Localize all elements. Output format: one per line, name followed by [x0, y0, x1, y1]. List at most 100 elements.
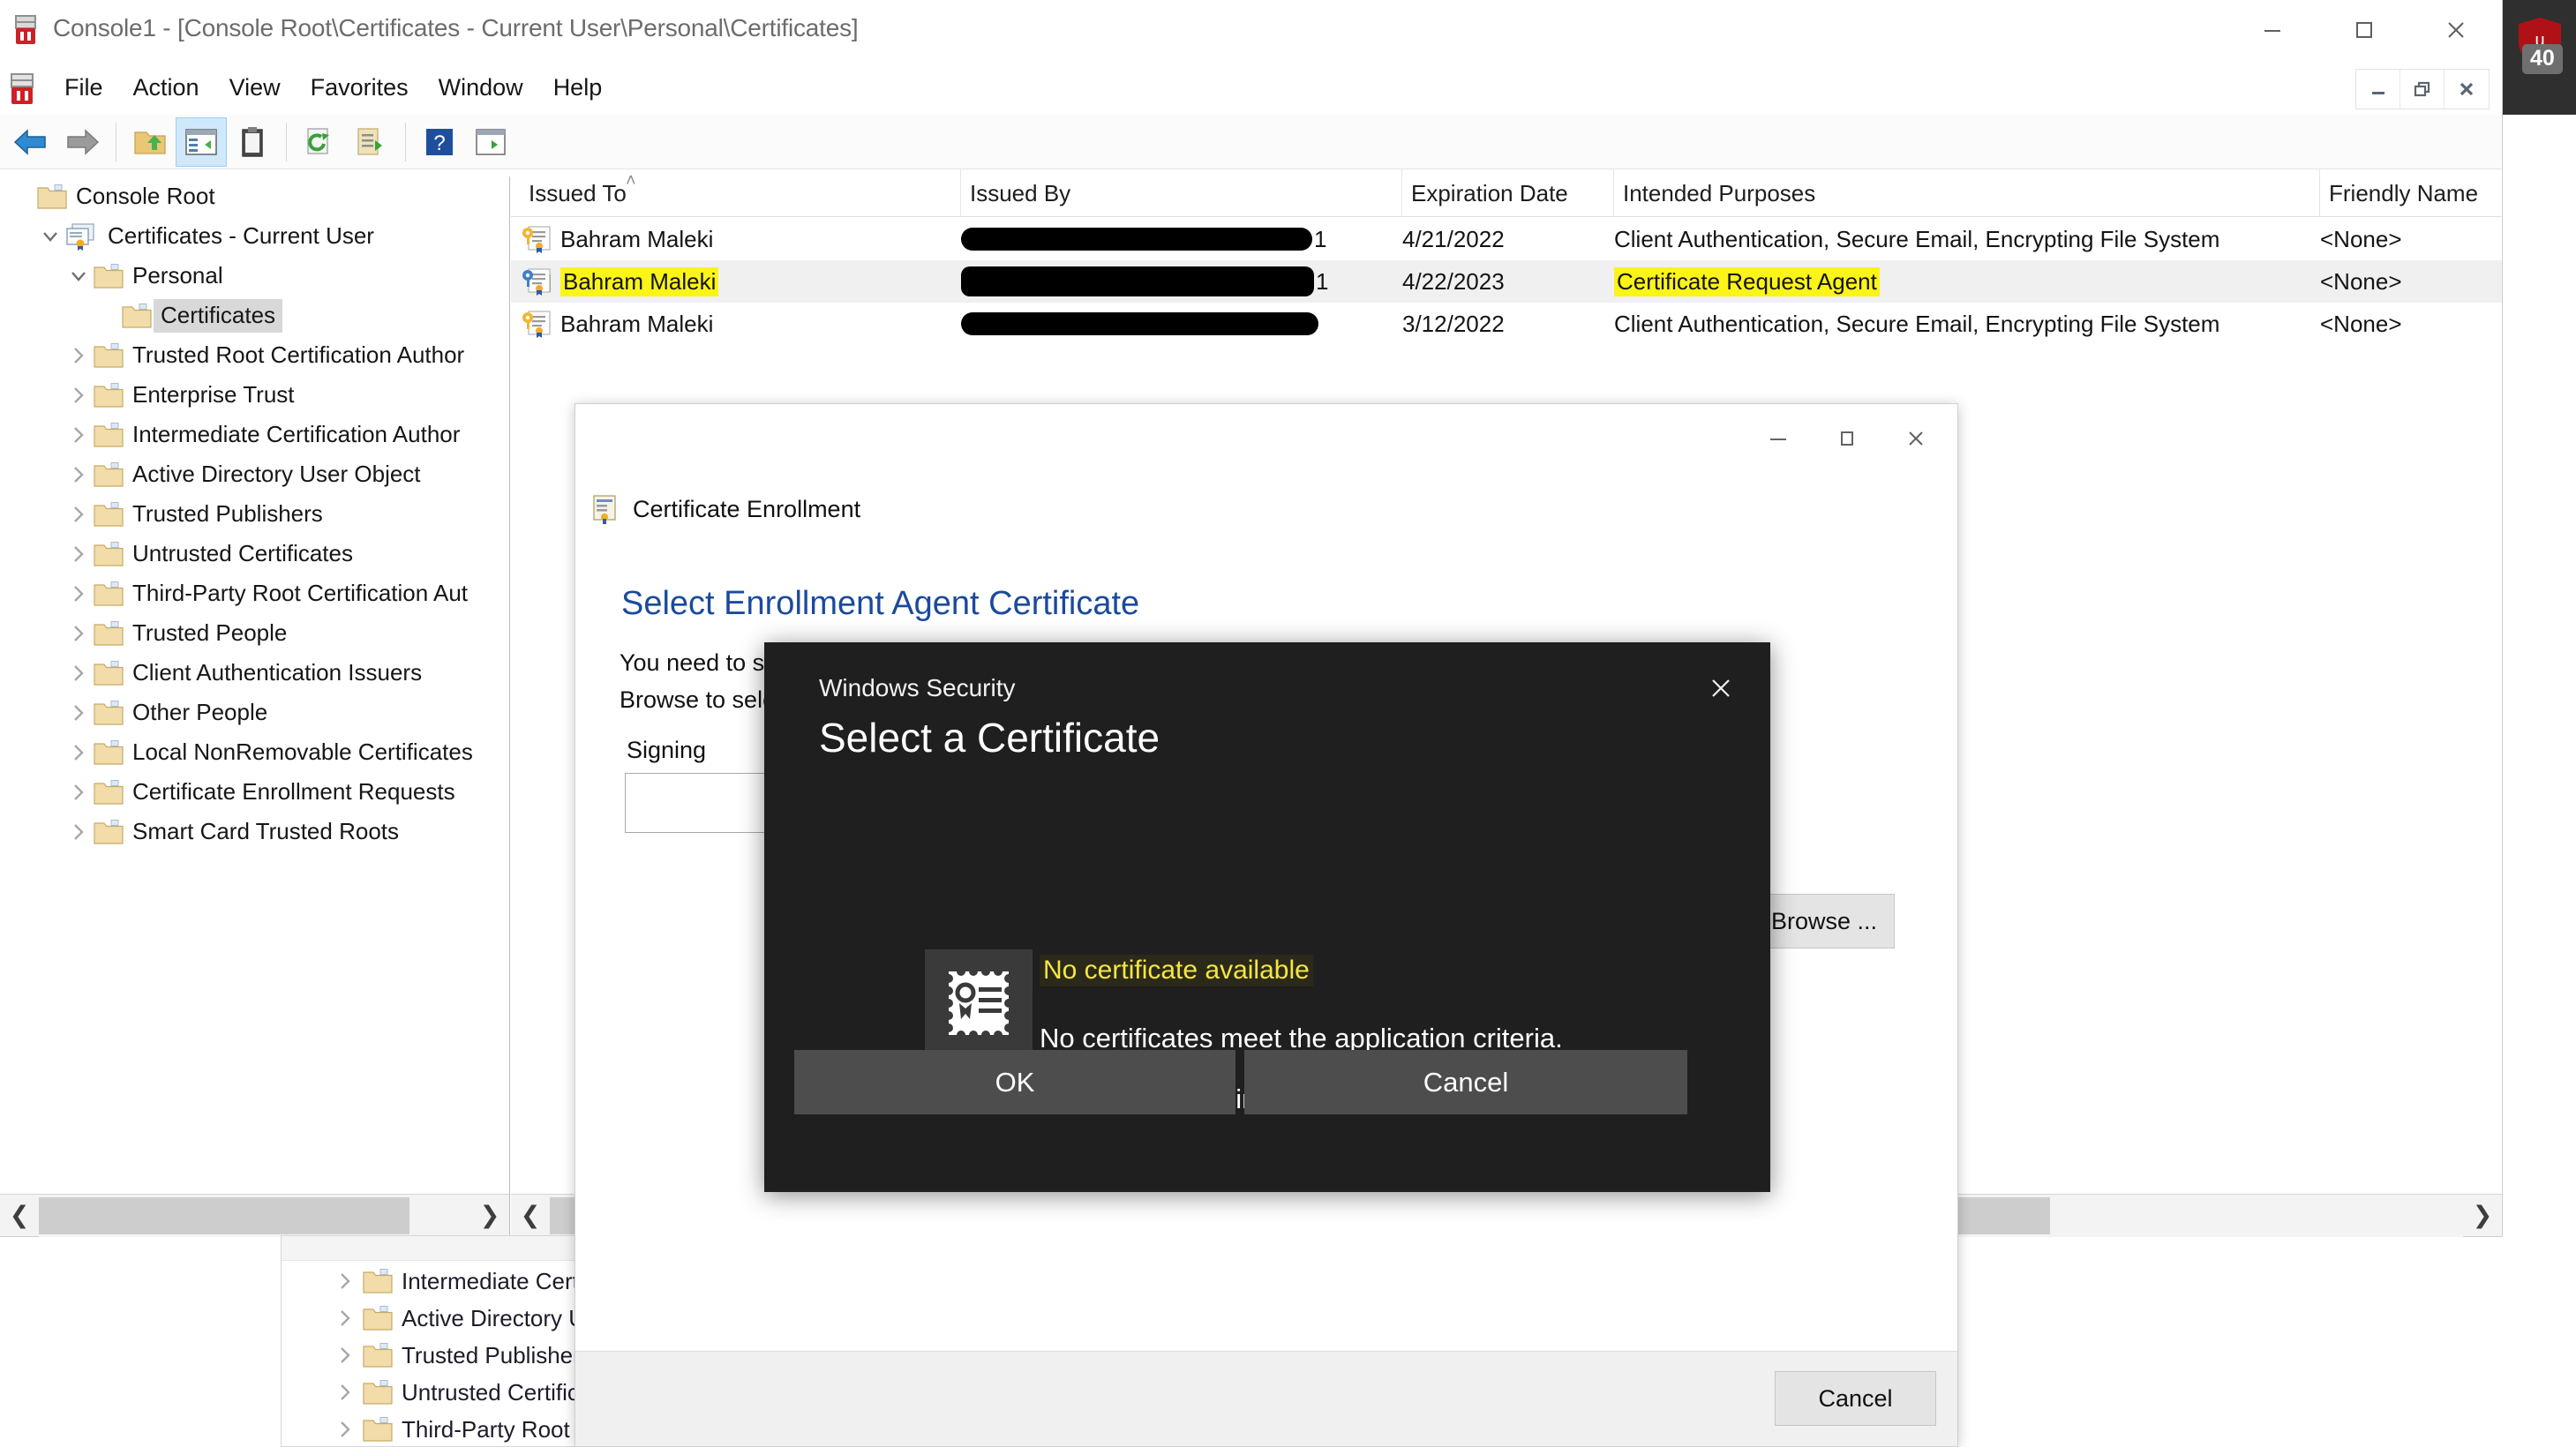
menu-item-file[interactable]: File — [49, 60, 118, 115]
tree-item-certificate-enrollment-requests[interactable]: Certificate Enrollment Requests — [0, 772, 509, 812]
background-tree-item[interactable]: Active Directory Us — [327, 1300, 597, 1337]
column-header-intended-purposes[interactable]: Intended Purposes — [1614, 169, 2320, 217]
mdi-close-icon[interactable] — [2445, 70, 2489, 109]
background-tree-item[interactable]: Trusted Publishers — [327, 1337, 597, 1374]
tree-item-intermediate-certification-author[interactable]: Intermediate Certification Author — [0, 415, 509, 454]
menu-item-window[interactable]: Window — [424, 60, 538, 115]
toolbar: ? — [0, 115, 2502, 169]
redacted-issuer-bar — [961, 266, 1314, 296]
chevron-right-icon[interactable] — [64, 624, 94, 643]
scroll-right-arrow[interactable]: ❯ — [470, 1195, 509, 1237]
close-icon[interactable] — [1694, 662, 1747, 715]
enrollment-cancel-button[interactable]: Cancel — [1775, 1371, 1936, 1426]
tree-item-local-nonremovable-certificates[interactable]: Local NonRemovable Certificates — [0, 732, 509, 772]
column-header-expiration-date[interactable]: Expiration Date — [1402, 169, 1614, 217]
tree-item-certificates[interactable]: Certificates — [0, 296, 509, 335]
enrollment-title-bar — [575, 404, 1957, 473]
refresh-icon[interactable] — [295, 117, 346, 167]
chevron-down-icon[interactable] — [35, 227, 65, 246]
forward-icon[interactable] — [56, 117, 108, 167]
chevron-right-icon[interactable] — [327, 1346, 363, 1365]
list-header[interactable]: Issued To ˄ Issued By Expiration Date Intend… — [511, 169, 2576, 217]
back-icon[interactable] — [5, 117, 56, 167]
background-tree-item-label: Third-Party Root C — [402, 1415, 593, 1443]
show-action-pane-icon[interactable] — [465, 117, 516, 167]
tree-item-smart-card-trusted-roots[interactable]: Smart Card Trusted Roots — [0, 812, 509, 851]
maximize-icon[interactable] — [2318, 0, 2410, 60]
tree-item-personal[interactable]: Personal — [0, 256, 509, 296]
cancel-button[interactable]: Cancel — [1244, 1050, 1687, 1114]
scroll-left-arrow[interactable]: ❮ — [0, 1195, 39, 1237]
chevron-down-icon[interactable] — [64, 266, 94, 286]
tree-item-untrusted-certificates[interactable]: Untrusted Certificates — [0, 534, 509, 574]
browse-button[interactable]: Browse ... — [1754, 894, 1895, 948]
background-tree-item[interactable]: Third-Party Root C — [327, 1411, 597, 1447]
tree-item-trusted-people[interactable]: Trusted People — [0, 613, 509, 653]
minimize-icon[interactable] — [2227, 0, 2318, 60]
help-icon[interactable]: ? — [414, 117, 465, 167]
cell-issued-by: 1 — [961, 260, 1402, 303]
chevron-right-icon[interactable] — [64, 822, 94, 842]
tree-hscroll-track[interactable] — [39, 1194, 470, 1237]
maximize-icon[interactable] — [1813, 404, 1881, 473]
menu-item-view[interactable]: View — [214, 60, 296, 115]
properties-clipboard-icon[interactable] — [227, 117, 278, 167]
tree-item-label: Trusted Publishers — [132, 500, 323, 527]
chevron-right-icon[interactable] — [327, 1420, 363, 1439]
chevron-right-icon[interactable] — [64, 703, 94, 723]
chevron-right-icon[interactable] — [327, 1271, 363, 1291]
folder-icon — [363, 1379, 393, 1406]
tree-hscroll-thumb[interactable] — [39, 1196, 409, 1234]
export-list-icon[interactable] — [346, 117, 397, 167]
show-hide-tree-icon[interactable] — [176, 116, 227, 167]
column-header-issued-by[interactable]: Issued By — [961, 169, 1402, 217]
menu-item-action[interactable]: Action — [118, 60, 214, 115]
chevron-right-icon[interactable] — [64, 425, 94, 445]
tree-item-label: Certificates - Current User — [108, 222, 374, 249]
close-icon[interactable] — [2410, 0, 2502, 60]
tree-item-trusted-publishers[interactable]: Trusted Publishers — [0, 494, 509, 534]
tree-item-client-authentication-issuers[interactable]: Client Authentication Issuers — [0, 653, 509, 693]
tree-hscrollbar[interactable]: ❮ ❯ — [0, 1194, 509, 1237]
background-tree-item[interactable]: Intermediate Certif — [327, 1263, 597, 1300]
chevron-right-icon[interactable] — [64, 465, 94, 484]
tree-item-certificates-current-user[interactable]: Certificates - Current User — [0, 216, 509, 256]
tree-item-console-root[interactable]: Console Root — [0, 176, 509, 216]
chevron-right-icon[interactable] — [64, 544, 94, 564]
folder-icon — [94, 581, 124, 607]
close-icon[interactable] — [1881, 404, 1950, 473]
tree-item-other-people[interactable]: Other People — [0, 693, 509, 732]
table-row[interactable]: Bahram Maleki 1 4/21/2022 Client Authentica… — [511, 218, 2502, 260]
ok-button[interactable]: OK — [794, 1050, 1235, 1114]
scroll-left-arrow[interactable]: ❮ — [511, 1195, 550, 1237]
chevron-right-icon[interactable] — [64, 743, 94, 762]
up-folder-icon[interactable] — [124, 117, 176, 167]
chevron-right-icon[interactable] — [327, 1308, 363, 1328]
tree-item-trusted-root-certification-author[interactable]: Trusted Root Certification Author — [0, 335, 509, 375]
chevron-right-icon[interactable] — [64, 783, 94, 802]
table-row[interactable]: Bahram Maleki 1 4/22/2023 Certificate Reque… — [511, 260, 2502, 303]
chevron-right-icon[interactable] — [64, 664, 94, 683]
background-tree[interactable]: Intermediate Certif Active Directory Us Tr… — [327, 1263, 597, 1447]
scroll-right-arrow[interactable]: ❯ — [2463, 1195, 2502, 1237]
chevron-right-icon[interactable] — [64, 584, 94, 604]
certificate-key-green-icon — [520, 267, 553, 296]
tree-item-third-party-root-certification-aut[interactable]: Third-Party Root Certification Aut — [0, 574, 509, 613]
column-header-issued-to[interactable]: Issued To ˄ — [520, 169, 961, 217]
chevron-right-icon[interactable] — [327, 1383, 363, 1402]
chevron-right-icon[interactable] — [64, 346, 94, 365]
chevron-right-icon[interactable] — [64, 386, 94, 405]
table-row[interactable]: Bahram Maleki 3/12/2022 Client Authenticat… — [511, 303, 2502, 345]
menu-item-favorites[interactable]: Favorites — [296, 60, 424, 115]
chevron-right-icon[interactable] — [64, 505, 94, 524]
tree-item-enterprise-trust[interactable]: Enterprise Trust — [0, 375, 509, 415]
issued-to-text: Bahram Maleki — [560, 225, 714, 252]
tree-list[interactable]: Console Root Certificates - Current User P… — [0, 176, 509, 1185]
mdi-restore-icon[interactable] — [2400, 70, 2445, 109]
menu-item-help[interactable]: Help — [538, 60, 618, 115]
minimize-icon[interactable] — [1744, 404, 1813, 473]
mdi-minimize-icon[interactable] — [2356, 70, 2400, 109]
background-tree-item[interactable]: Untrusted Certifica — [327, 1374, 597, 1411]
tree-item-active-directory-user-object[interactable]: Active Directory User Object — [0, 454, 509, 494]
title-bar: Console1 - [Console Root\Certificates - … — [0, 0, 2502, 60]
